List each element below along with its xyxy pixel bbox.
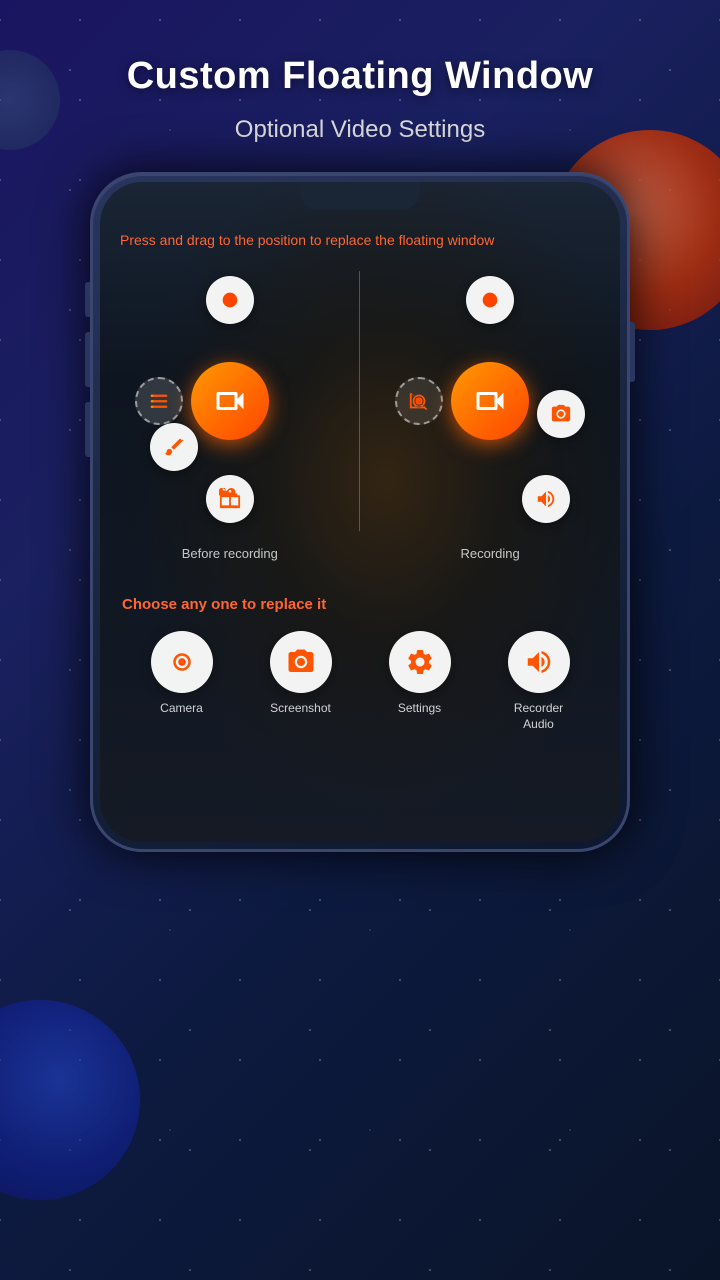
- rec-record-button[interactable]: [466, 276, 514, 324]
- brush-icon: [163, 436, 185, 458]
- before-recording-label: Before recording: [182, 546, 278, 561]
- volume-button-1: [85, 282, 90, 317]
- settings-option: Settings: [389, 631, 451, 732]
- rec-screenshot-button[interactable]: [537, 390, 585, 438]
- main-content: Custom Floating Window Optional Video Se…: [0, 0, 720, 852]
- settings-label: Settings: [398, 701, 441, 715]
- rec-audio-icon: [535, 488, 557, 510]
- recording-panel: Recording: [390, 271, 590, 531]
- subtitle: Optional Video Settings: [235, 116, 485, 144]
- choose-label: Choose any one to replace it: [122, 596, 598, 613]
- screenshot-icon-circle[interactable]: [270, 631, 332, 693]
- screenshot-icon: [286, 647, 316, 677]
- list-icon: [148, 390, 170, 412]
- camera-option: Camera: [151, 631, 213, 732]
- before-brush-button[interactable]: [150, 423, 198, 471]
- before-tools-button[interactable]: [206, 475, 254, 523]
- rec-camera-button[interactable]: [395, 377, 443, 425]
- phone-notch: [300, 182, 420, 210]
- tools-icon: [219, 488, 241, 510]
- rec-main-button[interactable]: [451, 362, 529, 440]
- camera-icon-circle[interactable]: [151, 631, 213, 693]
- power-button: [630, 322, 635, 382]
- recorder-audio-label: RecorderAudio: [514, 701, 563, 732]
- screen-content-inner: Press and drag to the position to replac…: [100, 182, 620, 753]
- page-wrapper: Custom Floating Window Optional Video Se…: [0, 0, 720, 1280]
- recorder-audio-icon: [524, 647, 554, 677]
- video-camera-icon: [212, 383, 248, 419]
- screenshot-label: Screenshot: [270, 701, 331, 715]
- camera-label: Camera: [160, 701, 203, 715]
- recorder-audio-icon-circle[interactable]: [508, 631, 570, 693]
- bottom-icons-row: Camera Screenshot: [122, 631, 598, 752]
- phone-mockup: Press and drag to the position to replac…: [90, 172, 630, 852]
- before-main-button[interactable]: [191, 362, 269, 440]
- rec-record-icon: [479, 289, 501, 311]
- recorder-audio-option: RecorderAudio: [508, 631, 570, 732]
- rec-camera-icon: [408, 390, 430, 412]
- before-recording-panel: Before recording: [130, 271, 330, 531]
- rec-video-icon: [472, 383, 508, 419]
- instruction-text: Press and drag to the position to replac…: [100, 217, 620, 251]
- volume-button-3: [85, 402, 90, 457]
- before-record-button[interactable]: [206, 276, 254, 324]
- rec-audio-button[interactable]: [522, 475, 570, 523]
- main-title: Custom Floating Window: [127, 55, 594, 98]
- floating-panels-area: Before recording: [100, 256, 620, 546]
- rec-photo-icon: [550, 403, 572, 425]
- choose-section: Choose any one to replace it: [100, 546, 620, 752]
- settings-icon: [405, 647, 435, 677]
- settings-icon-circle[interactable]: [389, 631, 451, 693]
- record-icon: [219, 289, 241, 311]
- panel-divider: [359, 271, 360, 531]
- camera-icon: [167, 647, 197, 677]
- volume-button-2: [85, 332, 90, 387]
- before-list-button[interactable]: [135, 377, 183, 425]
- phone-screen: Press and drag to the position to replac…: [100, 182, 620, 842]
- recording-label: Recording: [461, 546, 520, 561]
- screenshot-option: Screenshot: [270, 631, 332, 732]
